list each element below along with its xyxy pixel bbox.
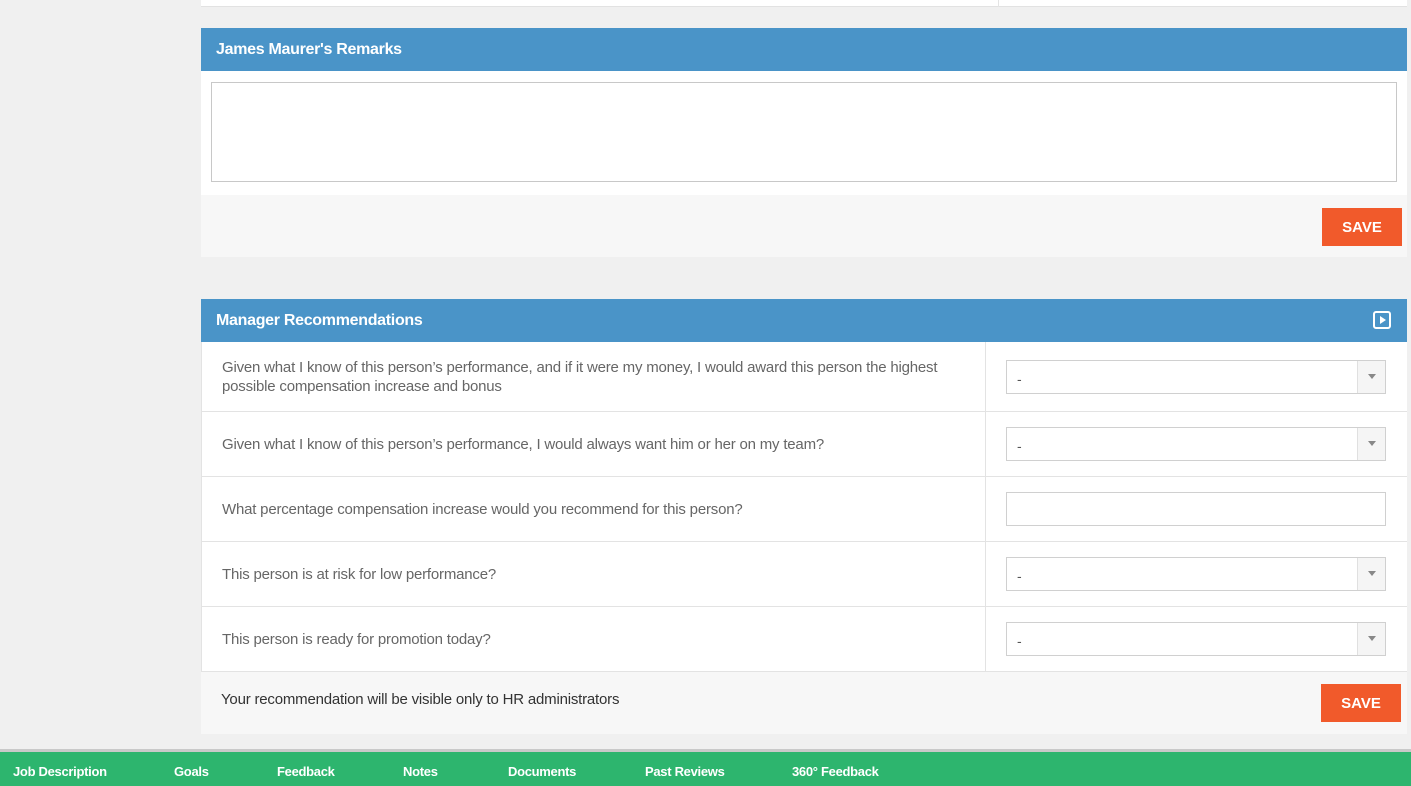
visibility-note: Your recommendation will be visible only… — [221, 691, 620, 708]
recommendations-title: Manager Recommendations — [216, 312, 423, 329]
recommendations-save-button[interactable]: SAVE — [1321, 684, 1401, 722]
page: James Maurer's Remarks SAVE Manager Reco… — [0, 0, 1411, 786]
nav-item-feedback[interactable]: Feedback — [277, 764, 335, 779]
recommendation-row: Given what I know of this person’s perfo… — [201, 342, 1407, 412]
recommendation-question: What percentage compensation increase wo… — [202, 477, 986, 541]
select-value: - — [1017, 568, 1022, 584]
recommendation-question: This person is at risk for low performan… — [202, 542, 986, 606]
nav-item-360-feedback[interactable]: 360° Feedback — [792, 764, 879, 779]
play-square-icon[interactable] — [1373, 311, 1391, 329]
chevron-down-icon[interactable] — [1357, 360, 1385, 393]
recommendation-answer: - — [986, 607, 1407, 671]
recommendation-row: Given what I know of this person’s perfo… — [201, 412, 1407, 477]
compensation-bonus-select[interactable]: - — [1006, 359, 1386, 394]
nav-item-past-reviews[interactable]: Past Reviews — [645, 764, 725, 779]
remarks-panel: James Maurer's Remarks SAVE — [201, 28, 1407, 257]
select-value: - — [1017, 370, 1022, 387]
chevron-down-icon[interactable] — [1357, 558, 1385, 590]
recommendation-row: This person is ready for promotion today… — [201, 607, 1407, 672]
recommendations-footer: Your recommendation will be visible only… — [201, 672, 1407, 734]
team-select[interactable]: - — [1006, 427, 1386, 461]
divider — [998, 0, 999, 7]
recommendation-answer: - — [986, 542, 1407, 606]
previous-section-bottom — [201, 0, 1407, 7]
nav-item-goals[interactable]: Goals — [174, 764, 209, 779]
recommendation-question: This person is ready for promotion today… — [202, 607, 986, 671]
remarks-textarea[interactable] — [211, 82, 1397, 182]
select-value: - — [1017, 633, 1022, 649]
recommendation-row: What percentage compensation increase wo… — [201, 477, 1407, 542]
recommendation-answer: - — [986, 342, 1407, 411]
remarks-save-button[interactable]: SAVE — [1322, 208, 1402, 246]
chevron-down-icon[interactable] — [1357, 428, 1385, 460]
bottom-nav: Job Description Goals Feedback Notes Doc… — [0, 749, 1411, 786]
nav-item-notes[interactable]: Notes — [403, 764, 438, 779]
remarks-body — [201, 71, 1407, 195]
remarks-header: James Maurer's Remarks — [201, 28, 1407, 71]
recommendation-answer — [986, 477, 1407, 541]
chevron-down-icon[interactable] — [1357, 623, 1385, 655]
low-performance-risk-select[interactable]: - — [1006, 557, 1386, 591]
compensation-percentage-input[interactable] — [1006, 492, 1386, 526]
recommendation-row: This person is at risk for low performan… — [201, 542, 1407, 607]
promotion-ready-select[interactable]: - — [1006, 622, 1386, 656]
remarks-title: James Maurer's Remarks — [216, 41, 402, 58]
recommendations-header: Manager Recommendations — [201, 299, 1407, 342]
recommendation-question: Given what I know of this person’s perfo… — [202, 342, 986, 411]
nav-item-job-description[interactable]: Job Description — [13, 764, 107, 779]
recommendation-question: Given what I know of this person’s perfo… — [202, 412, 986, 476]
manager-recommendations-panel: Manager Recommendations Given what I kno… — [201, 299, 1407, 734]
select-value: - — [1017, 438, 1022, 454]
recommendation-answer: - — [986, 412, 1407, 476]
remarks-footer: SAVE — [201, 195, 1407, 257]
nav-item-documents[interactable]: Documents — [508, 764, 576, 779]
